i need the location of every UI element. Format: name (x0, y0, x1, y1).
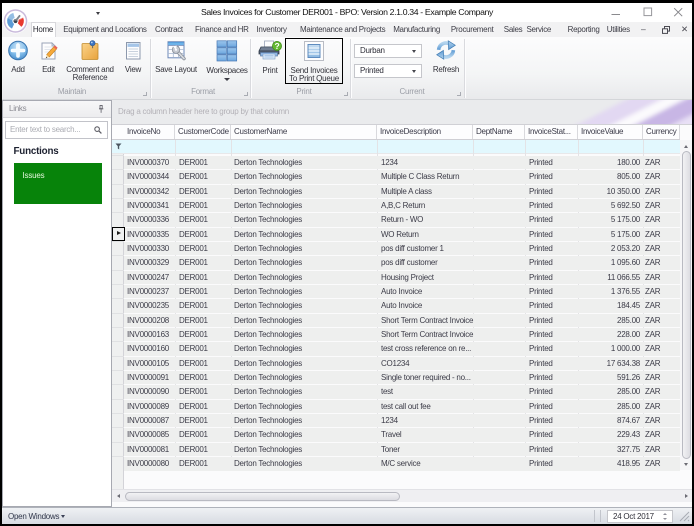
svg-text:?: ? (275, 41, 280, 51)
